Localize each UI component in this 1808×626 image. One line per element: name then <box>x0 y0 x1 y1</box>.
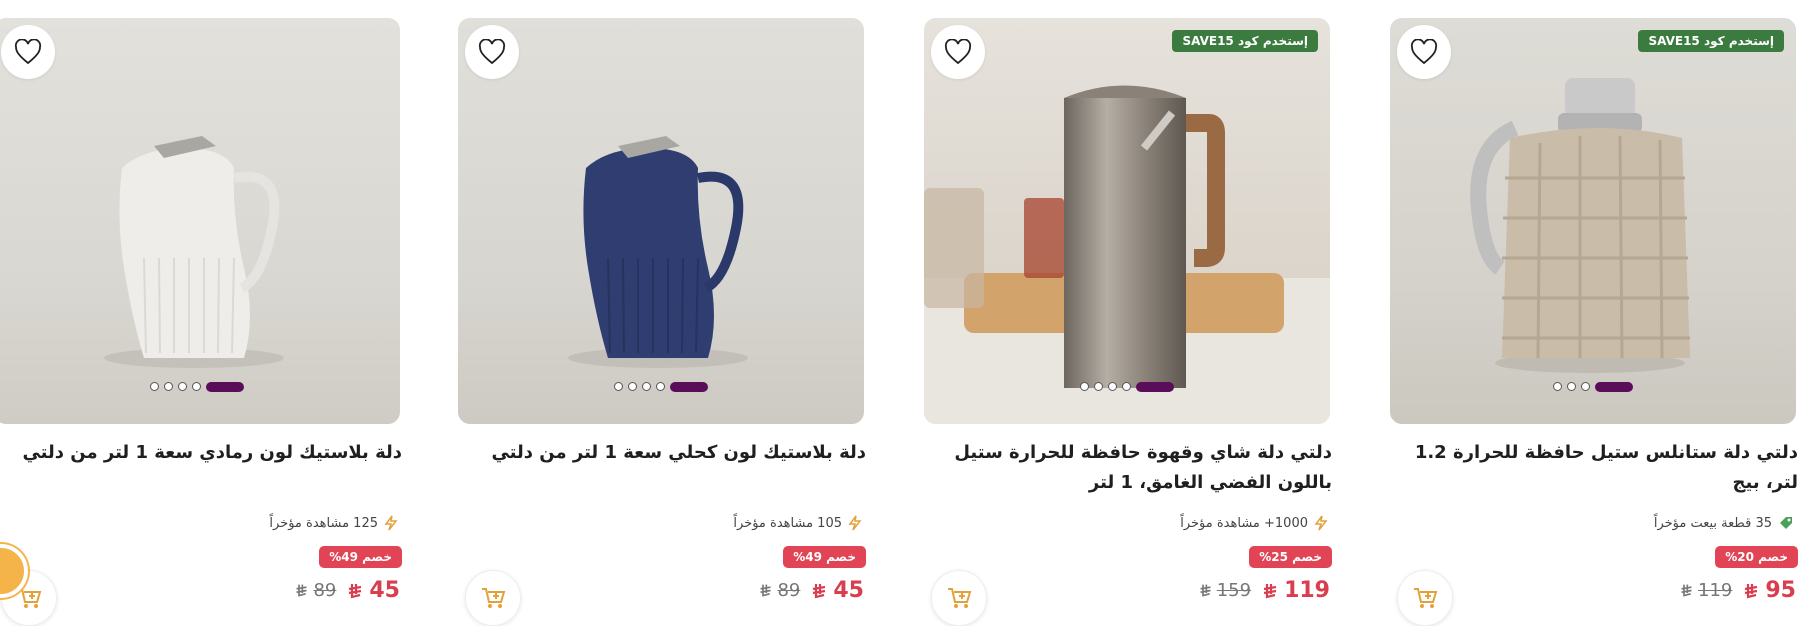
add-to-cart-button-2[interactable] <box>465 570 521 626</box>
heart-outline-icon <box>14 39 42 65</box>
discount-badge-1: خصم 49% <box>319 546 402 568</box>
old-price-value: 89 <box>313 580 337 601</box>
slider-dot[interactable] <box>150 382 159 391</box>
product-meta-3: 1000+ مشاهدة مؤخراً <box>1180 515 1328 531</box>
product-title-3[interactable]: دلتي دلة شاي وقهوة حافظة للحرارة ستيل با… <box>932 438 1332 498</box>
wishlist-button-1[interactable] <box>1 25 55 79</box>
heart-outline-icon <box>478 39 506 65</box>
slider-dot[interactable] <box>656 382 665 391</box>
price-value: 119 <box>1284 578 1330 603</box>
slider-dot-active[interactable] <box>1595 382 1633 392</box>
price-value: 45 <box>833 578 864 603</box>
riyal-icon <box>349 583 362 598</box>
slider-dot[interactable] <box>1094 382 1103 391</box>
lightning-icon <box>1314 515 1328 531</box>
product-title-1[interactable]: دلة بلاستيك لون رمادي سعة 1 لتر من دلتي <box>2 438 402 468</box>
product-image-3[interactable]: إستخدم كود SAVE15 <box>924 18 1330 424</box>
image-slider-dots-2 <box>458 382 864 392</box>
meta-text: 125 مشاهدة مؤخراً <box>269 515 378 531</box>
wishlist-button-3[interactable] <box>931 25 985 79</box>
slider-dot[interactable] <box>1080 382 1089 391</box>
heart-outline-icon <box>944 39 972 65</box>
lightning-icon <box>848 515 862 531</box>
old-price-value: 159 <box>1216 580 1252 601</box>
current-price: 95 <box>1742 578 1796 603</box>
old-price: 89 <box>294 580 336 601</box>
product-image-4[interactable]: إستخدم كود SAVE15 <box>1390 18 1796 424</box>
riyal-icon <box>1263 583 1277 598</box>
slider-dot[interactable] <box>178 382 187 391</box>
slider-dot[interactable] <box>628 382 637 391</box>
slider-dot[interactable] <box>192 382 201 391</box>
image-slider-dots-3 <box>924 382 1330 392</box>
product-image-2[interactable] <box>458 18 864 424</box>
price-row-2: 45 89 <box>758 578 864 603</box>
riyal-icon <box>1745 583 1758 598</box>
add-to-cart-button-4[interactable] <box>1397 570 1453 626</box>
image-slider-dots-1 <box>0 382 400 392</box>
product-card-4[interactable]: إستخدم كود SAVE15 دلتي دلة ستانلس ستيل ح… <box>1390 0 1800 626</box>
product-title-4[interactable]: دلتي دلة ستانلس ستيل حافظة للحرارة 1.2 ل… <box>1398 438 1798 498</box>
navy-jug-illustration <box>568 136 748 368</box>
cart-plus-icon <box>948 588 972 608</box>
riyal-icon <box>760 584 772 597</box>
discount-badge-3: خصم 25% <box>1249 546 1332 568</box>
product-card-2[interactable]: دلة بلاستيك لون كحلي سعة 1 لتر من دلتي 1… <box>458 0 868 626</box>
promo-code-badge-3: إستخدم كود SAVE15 <box>1172 30 1318 52</box>
old-price: 119 <box>1679 580 1732 601</box>
discount-badge-2: خصم 49% <box>783 546 866 568</box>
slider-dot[interactable] <box>614 382 623 391</box>
grey-jug-illustration <box>104 136 284 368</box>
product-image-1[interactable] <box>0 18 400 424</box>
meta-text: 1000+ مشاهدة مؤخراً <box>1180 515 1308 531</box>
price-value: 45 <box>369 578 400 603</box>
riyal-icon <box>813 583 826 598</box>
slider-dot[interactable] <box>1567 382 1576 391</box>
lightning-icon <box>384 515 398 531</box>
current-price: 45 <box>346 578 400 603</box>
riyal-icon <box>296 584 308 597</box>
slider-dot[interactable] <box>642 382 651 391</box>
price-row-4: 95 119 <box>1679 578 1796 603</box>
slider-dot[interactable] <box>1581 382 1590 391</box>
steel-thermos-illustration <box>924 85 1330 424</box>
slider-dot[interactable] <box>1122 382 1131 391</box>
product-meta-2: 105 مشاهدة مؤخراً <box>733 515 862 531</box>
cart-plus-icon <box>1414 588 1438 608</box>
product-title-2[interactable]: دلة بلاستيك لون كحلي سعة 1 لتر من دلتي <box>466 438 866 468</box>
old-price-value: 89 <box>777 580 801 601</box>
woven-thermos-illustration <box>1470 78 1690 373</box>
slider-dot-active[interactable] <box>206 382 244 392</box>
slider-dot[interactable] <box>1108 382 1117 391</box>
wishlist-button-4[interactable] <box>1397 25 1451 79</box>
slider-dot-active[interactable] <box>670 382 708 392</box>
product-card-3[interactable]: إستخدم كود SAVE15 دلتي دلة شاي وقهوة حاف… <box>924 0 1334 626</box>
riyal-icon <box>1200 584 1211 597</box>
price-row-1: 45 89 <box>294 578 400 603</box>
image-slider-dots-4 <box>1390 382 1796 392</box>
current-price: 119 <box>1261 578 1330 603</box>
current-price: 45 <box>810 578 864 603</box>
meta-text: 105 مشاهدة مؤخراً <box>733 515 842 531</box>
add-to-cart-button-3[interactable] <box>931 570 987 626</box>
heart-outline-icon <box>1410 39 1438 65</box>
product-meta-4: 35 قطعة بيعت مؤخراً <box>1654 515 1794 531</box>
product-card-1[interactable]: دلة بلاستيك لون رمادي سعة 1 لتر من دلتي … <box>0 0 404 626</box>
promo-code-badge-4: إستخدم كود SAVE15 <box>1638 30 1784 52</box>
old-price: 159 <box>1198 580 1251 601</box>
meta-text: 35 قطعة بيعت مؤخراً <box>1653 515 1772 531</box>
cart-plus-icon <box>482 588 506 608</box>
discount-badge-4: خصم 20% <box>1715 546 1798 568</box>
price-row-3: 119 159 <box>1198 578 1330 603</box>
price-value: 95 <box>1765 578 1796 603</box>
slider-dot-active[interactable] <box>1136 382 1174 392</box>
wishlist-button-2[interactable] <box>465 25 519 79</box>
riyal-icon <box>1681 584 1692 597</box>
tag-icon <box>1780 517 1792 529</box>
slider-dot[interactable] <box>164 382 173 391</box>
product-meta-1: 125 مشاهدة مؤخراً <box>269 515 398 531</box>
slider-dot[interactable] <box>1553 382 1562 391</box>
old-price-value: 119 <box>1698 580 1733 601</box>
old-price: 89 <box>758 580 800 601</box>
